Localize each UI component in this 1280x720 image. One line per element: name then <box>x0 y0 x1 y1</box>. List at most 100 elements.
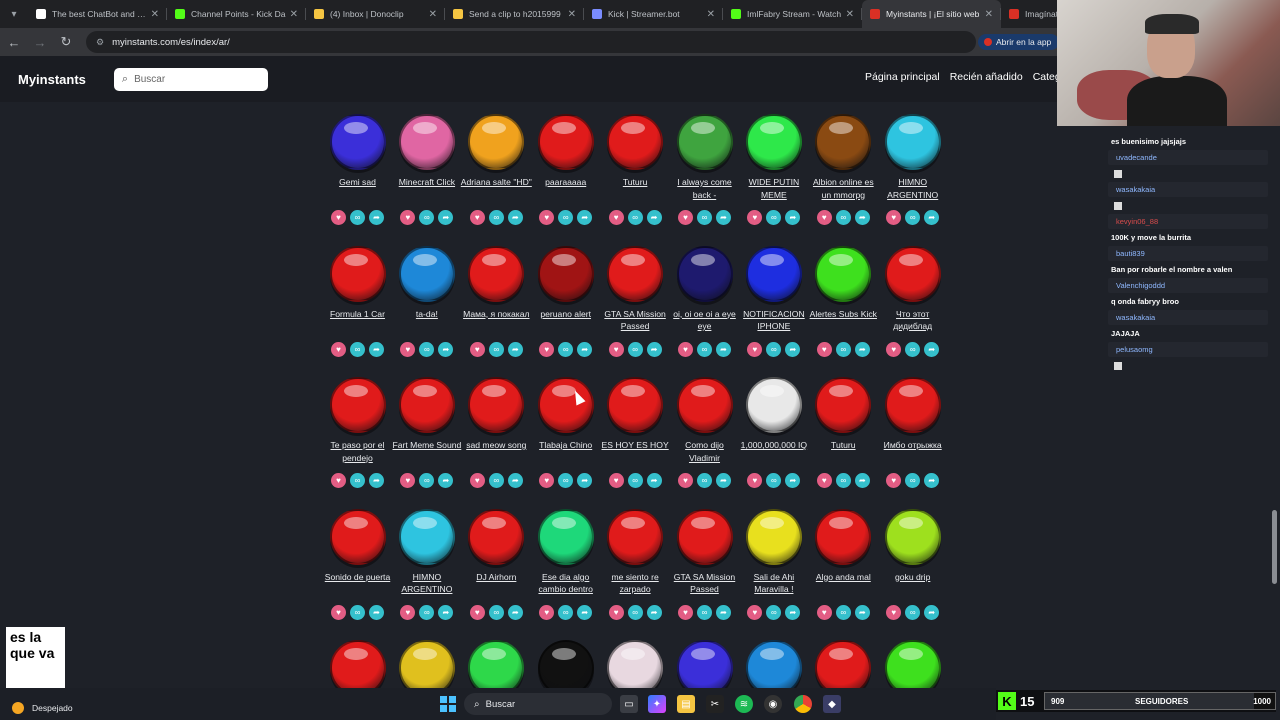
copy-link-icon[interactable]: ∞ <box>905 341 921 357</box>
streamerbot-icon[interactable]: ◆ <box>823 695 841 713</box>
open-in-app-button[interactable]: Abrir en la app <box>978 34 1060 50</box>
copy-link-icon[interactable]: ∞ <box>766 473 782 488</box>
instant-play-button[interactable] <box>468 245 525 302</box>
site-info-icon[interactable]: ⚙ <box>96 37 104 48</box>
instant-name-link[interactable]: Что этот дидиблад <box>877 308 948 334</box>
copy-link-icon[interactable]: ∞ <box>558 604 574 620</box>
share-icon[interactable]: ➦ <box>924 210 940 225</box>
instant-play-button[interactable] <box>398 245 455 302</box>
instant-play-button[interactable] <box>745 114 802 170</box>
browser-tab[interactable]: Channel Points - Kick Da ✕ <box>167 0 306 28</box>
taskbar-search[interactable]: ⌕ Buscar <box>464 693 612 715</box>
share-icon[interactable]: ➦ <box>785 341 801 357</box>
share-icon[interactable]: ➦ <box>507 341 523 357</box>
windows-start-icon[interactable] <box>440 696 456 712</box>
instant-name-link[interactable]: Minecraft Click <box>391 176 463 202</box>
instant-name-link[interactable]: DJ Airhorn <box>460 571 532 597</box>
instant-name-link[interactable]: oi, oi oe oi a eye eye <box>669 308 741 334</box>
instant-name-link[interactable]: ES HOY ES HOY <box>599 439 671 465</box>
favorite-heart-icon[interactable]: ♥ <box>816 210 832 225</box>
share-icon[interactable]: ➦ <box>507 473 523 488</box>
share-icon[interactable]: ➦ <box>577 473 593 488</box>
instant-name-link[interactable]: Adriana salte "HD" <box>460 176 532 202</box>
copy-link-icon[interactable]: ∞ <box>697 341 712 357</box>
instant-play-button[interactable] <box>607 508 664 565</box>
copy-link-icon[interactable]: ∞ <box>627 473 643 488</box>
spotify-icon[interactable]: ≋ <box>735 695 753 713</box>
copy-link-icon[interactable]: ∞ <box>697 210 712 225</box>
copy-link-icon[interactable]: ∞ <box>905 604 921 620</box>
tab-close-icon[interactable]: ✕ <box>985 9 993 20</box>
favorite-heart-icon[interactable]: ♥ <box>331 341 346 357</box>
page-scrollbar[interactable] <box>1270 102 1278 687</box>
copy-link-icon[interactable]: ∞ <box>558 341 574 357</box>
copy-link-icon[interactable]: ∞ <box>350 473 365 488</box>
share-icon[interactable]: ➦ <box>507 604 523 620</box>
instant-name-link[interactable]: Tlabaja Chino <box>530 439 602 465</box>
copy-link-icon[interactable]: ∞ <box>835 341 851 357</box>
share-icon[interactable]: ➦ <box>369 210 384 225</box>
scrollbar-thumb[interactable] <box>1272 510 1277 584</box>
share-icon[interactable]: ➦ <box>438 604 454 620</box>
favorite-heart-icon[interactable]: ♥ <box>400 210 416 225</box>
instant-play-button[interactable] <box>398 640 455 688</box>
share-icon[interactable]: ➦ <box>785 604 801 620</box>
file-explorer-icon[interactable]: ▤ <box>677 695 695 713</box>
instant-play-button[interactable] <box>815 245 872 302</box>
instant-name-link[interactable]: Sonido de puerta <box>323 571 394 597</box>
instant-name-link[interactable]: Alertes Subs Kick <box>807 308 879 334</box>
instant-name-link[interactable]: Fart Meme Sound <box>391 439 463 465</box>
site-logo[interactable]: Myinstants <box>18 72 86 87</box>
instant-play-button[interactable] <box>607 245 664 302</box>
copy-link-icon[interactable]: ∞ <box>905 210 921 225</box>
instant-play-button[interactable] <box>398 508 455 565</box>
instant-play-button[interactable] <box>468 114 525 170</box>
instant-name-link[interactable]: WIDE PUTIN MEME <box>738 176 810 202</box>
instant-name-link[interactable]: ta-da! <box>391 308 463 334</box>
favorite-heart-icon[interactable]: ♥ <box>331 210 346 225</box>
favorite-heart-icon[interactable]: ♥ <box>608 210 624 225</box>
instant-play-button[interactable] <box>468 377 525 433</box>
instant-name-link[interactable]: Sali de Ahi Maravilla ! <box>738 571 810 597</box>
copy-link-icon[interactable]: ∞ <box>488 473 504 488</box>
instant-play-button[interactable] <box>398 377 455 433</box>
reload-icon[interactable]: ↻ <box>54 30 78 54</box>
instant-play-button[interactable] <box>607 114 664 170</box>
copy-link-icon[interactable]: ∞ <box>488 604 504 620</box>
instant-name-link[interactable]: Tuturu <box>807 439 879 465</box>
instant-name-link[interactable]: Ese dia algo cambio dentro <box>530 571 602 597</box>
instant-play-button[interactable] <box>468 640 525 688</box>
instant-name-link[interactable]: Gemi sad <box>323 176 394 202</box>
instant-play-button[interactable] <box>815 640 872 688</box>
instant-play-button[interactable] <box>676 508 733 565</box>
favorite-heart-icon[interactable]: ♥ <box>539 473 555 488</box>
share-icon[interactable]: ➦ <box>369 341 384 357</box>
share-icon[interactable]: ➦ <box>854 210 870 225</box>
copy-link-icon[interactable]: ∞ <box>835 473 851 488</box>
copy-link-icon[interactable]: ∞ <box>350 210 365 225</box>
favorite-heart-icon[interactable]: ♥ <box>400 473 416 488</box>
instant-name-link[interactable]: Formula 1 Car <box>323 308 394 334</box>
instant-name-link[interactable]: Albion online es un mmorpg <box>807 176 879 202</box>
instant-play-button[interactable] <box>745 245 802 302</box>
tab-close-icon[interactable]: ✕ <box>568 9 576 20</box>
copy-link-icon[interactable]: ∞ <box>419 341 435 357</box>
instant-play-button[interactable] <box>329 114 386 170</box>
instant-play-button[interactable] <box>745 508 802 565</box>
instant-play-button[interactable] <box>884 640 941 688</box>
instant-play-button[interactable] <box>398 114 455 170</box>
favorite-heart-icon[interactable]: ♥ <box>678 341 693 357</box>
share-icon[interactable]: ➦ <box>924 473 940 488</box>
instant-play-button[interactable] <box>884 114 941 170</box>
instant-name-link[interactable]: NOTIFICACION IPHONE <box>738 308 810 334</box>
instant-name-link[interactable]: Имбо отрыжка <box>877 439 948 465</box>
copy-link-icon[interactable]: ∞ <box>419 210 435 225</box>
instant-play-button[interactable] <box>607 640 664 688</box>
instant-play-button[interactable] <box>884 245 941 302</box>
copy-link-icon[interactable]: ∞ <box>766 604 782 620</box>
favorite-heart-icon[interactable]: ♥ <box>539 210 555 225</box>
nav-home[interactable]: Página principal <box>865 71 940 83</box>
copy-link-icon[interactable]: ∞ <box>419 473 435 488</box>
copy-link-icon[interactable]: ∞ <box>558 210 574 225</box>
favorite-heart-icon[interactable]: ♥ <box>539 341 555 357</box>
